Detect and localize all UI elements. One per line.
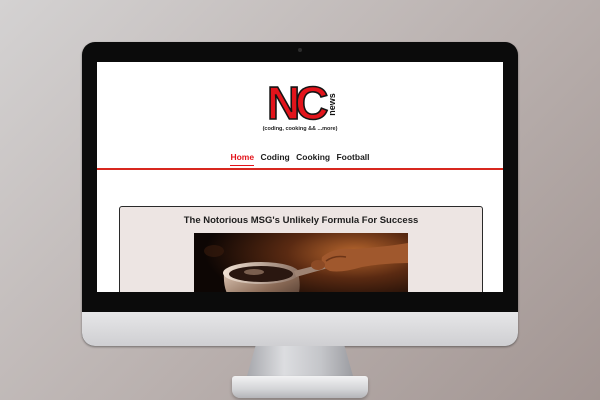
camera-dot	[298, 48, 302, 52]
article-card[interactable]: The Notorious MSG's Unlikely Formula For…	[119, 206, 483, 292]
cooking-pot-illustration	[194, 233, 408, 292]
logo-news-word: news	[326, 93, 337, 116]
nav-divider	[97, 168, 503, 170]
cooking-pot-photo[interactable]	[194, 233, 408, 292]
nav-item-coding[interactable]: Coding	[260, 152, 289, 165]
site-header: NC news (coding, cooking && ...more) Hom…	[97, 62, 503, 172]
monitor-stand-base	[232, 376, 368, 398]
article-title[interactable]: The Notorious MSG's Unlikely Formula For…	[120, 215, 482, 226]
main-nav: Home Coding Cooking Football	[97, 152, 503, 166]
monitor-chin	[82, 312, 518, 346]
site-logo[interactable]: NC news	[266, 77, 341, 132]
nav-item-football[interactable]: Football	[336, 152, 369, 165]
imac-monitor: NC news (coding, cooking && ...more) Hom…	[82, 42, 518, 346]
site-tagline: (coding, cooking && ...more)	[262, 126, 338, 132]
nav-item-cooking[interactable]: Cooking	[296, 152, 330, 165]
logo-letters: NC	[266, 77, 329, 129]
monitor-stand-neck	[247, 346, 353, 376]
nav-item-home[interactable]: Home	[230, 152, 255, 166]
website-screen: NC news (coding, cooking && ...more) Hom…	[97, 62, 503, 292]
